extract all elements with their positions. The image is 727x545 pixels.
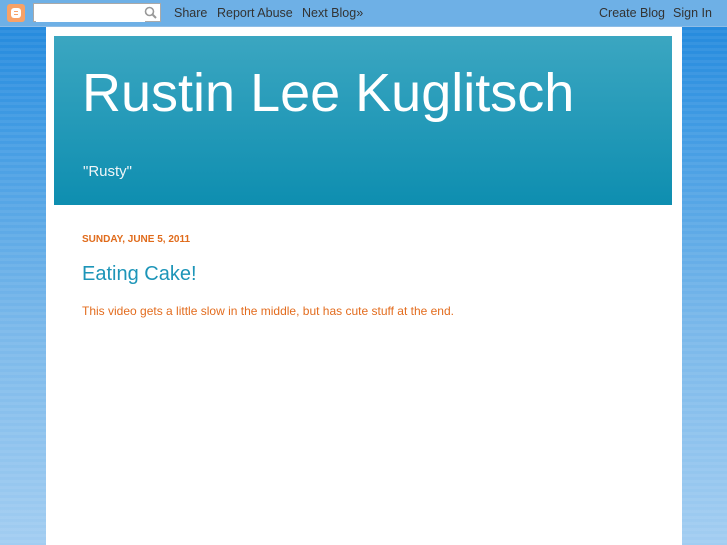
blogger-logo-icon[interactable] (7, 4, 25, 22)
post-date: SUNDAY, JUNE 5, 2011 (82, 234, 191, 245)
report-abuse-link[interactable]: Report Abuse (217, 6, 293, 20)
search-icon[interactable] (144, 6, 157, 19)
next-blog-link[interactable]: Next Blog» (302, 6, 363, 20)
post-body: This video gets a little slow in the mid… (82, 304, 454, 318)
post-title[interactable]: Eating Cake! (82, 263, 197, 286)
share-link[interactable]: Share (174, 6, 207, 20)
search-box[interactable] (33, 3, 161, 22)
navbar: Share Report Abuse Next Blog» Create Blo… (0, 0, 727, 27)
create-blog-link[interactable]: Create Blog (599, 6, 665, 20)
search-input[interactable] (36, 5, 145, 22)
content-outer: Rustin Lee Kuglitsch "Rusty" SUNDAY, JUN… (46, 27, 682, 545)
sign-in-link[interactable]: Sign In (673, 6, 712, 20)
blog-description: "Rusty" (83, 163, 132, 180)
blog-title[interactable]: Rustin Lee Kuglitsch (82, 62, 574, 124)
blog-header: Rustin Lee Kuglitsch "Rusty" (54, 36, 672, 205)
